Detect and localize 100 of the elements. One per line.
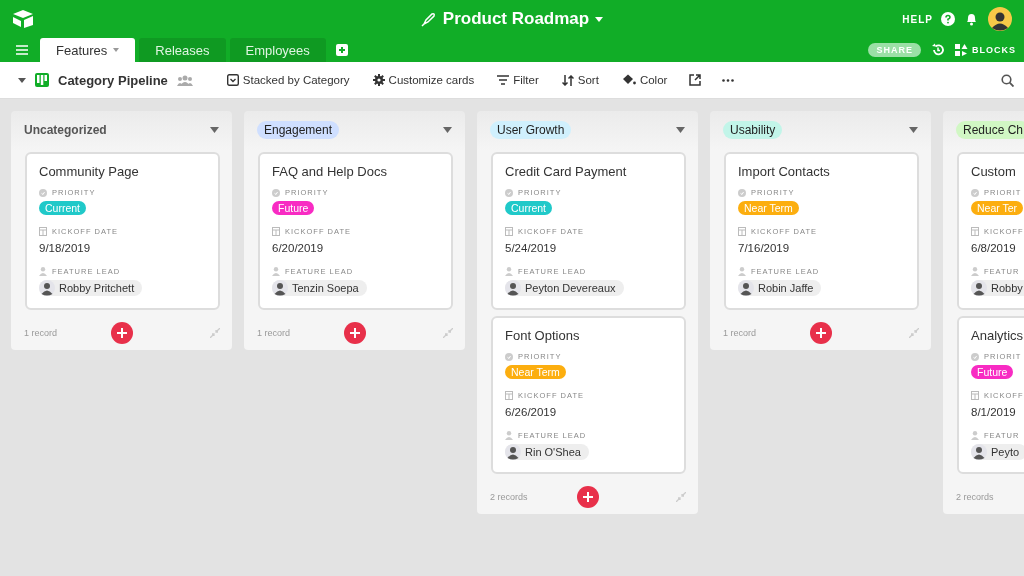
people-icon[interactable] [176,74,193,86]
person-icon [738,267,746,276]
avatar-icon [505,444,521,460]
date-value: 6/26/2019 [505,406,557,418]
add-record-button[interactable] [343,322,366,344]
record-count: 1 record [723,328,757,338]
toolbar-button[interactable]: Sort [554,74,606,86]
card-title: Custom [971,164,1016,179]
search-icon[interactable] [1001,73,1014,87]
toolbar-button[interactable]: Stacked by Category [219,74,357,86]
plus-icon [815,328,826,338]
card-title: Analytics [971,328,1024,343]
card-title: FAQ and Help Docs [272,164,387,179]
kanban-icon [35,73,49,87]
caret-icon[interactable] [909,127,918,133]
collaborator-chip: Rin O'Shea [505,444,589,460]
priority-tag: Current [505,201,552,215]
card-title: Credit Card Payment [505,164,627,179]
toolbar-button[interactable]: Customize cards [365,74,482,86]
date-value: 6/20/2019 [272,242,324,254]
calendar-icon [272,227,280,236]
date-value: 5/24/2019 [505,242,557,254]
status-icon [971,188,979,197]
help-icon[interactable] [941,12,955,26]
date-value: 8/1/2019 [971,406,1016,418]
avatar-icon [272,280,288,296]
priority-tag: Future [971,365,1014,379]
record-count: 1 record [257,328,291,338]
caret-icon[interactable] [210,127,219,133]
avatar-icon [971,444,987,460]
add-table-icon[interactable] [335,44,348,56]
status-icon [738,188,746,197]
collaborator-chip: Peyton Devereaux [505,280,624,296]
plus-icon [349,328,360,338]
blocks-icon[interactable] [955,43,968,57]
paint-bucket-icon [621,74,636,86]
avatar-icon [505,280,521,296]
card-title: Import Contacts [738,164,830,179]
caret-icon[interactable] [18,77,26,83]
priority-tag: Future [272,201,315,215]
category-tag: Reduce Ch [956,121,1024,139]
person-icon [971,267,979,276]
user-avatar[interactable] [988,7,1012,31]
toolbar-button[interactable]: Filter [490,74,546,86]
column-title: Uncategorized [24,123,107,137]
status-icon [505,188,513,197]
record-count: 2 records [956,492,994,502]
stack-icon [226,74,239,86]
card-title: Font Options [505,328,580,343]
add-record-button[interactable] [110,322,133,344]
date-value: 6/8/2019 [971,242,1016,254]
collaborator-chip: Robby [971,280,1024,296]
caret-icon[interactable] [676,127,685,133]
status-icon [272,188,280,197]
plus-icon [582,492,593,502]
sort-icon [561,74,574,86]
more-icon[interactable] [722,78,735,82]
status-icon [971,352,979,361]
date-value: 7/16/2019 [738,242,790,254]
date-value: 9/18/2019 [39,242,91,254]
share-view-icon[interactable] [689,74,702,86]
table-tab[interactable]: Features [40,38,136,62]
person-icon [505,267,513,276]
priority-tag: Near Ter [971,201,1024,215]
filter-icon [497,75,510,85]
category-tag: Usability [723,121,783,139]
avatar-icon [738,280,754,296]
status-icon [39,188,47,197]
collaborator-chip: Robby Pritchett [39,280,143,296]
gear-icon [372,74,385,86]
plus-icon [116,328,127,338]
calendar-icon [39,227,47,236]
person-icon [39,267,47,276]
history-icon[interactable] [931,43,945,57]
calendar-icon [971,391,979,400]
priority-tag: Current [39,201,86,215]
avatar-icon [971,280,987,296]
record-count: 2 records [490,492,528,502]
bell-icon[interactable] [965,12,978,26]
person-icon [971,431,979,440]
person-icon [505,431,513,440]
record-count: 1 record [24,328,58,338]
calendar-icon [505,391,513,400]
logo-icon[interactable] [12,9,34,29]
collaborator-chip: Tenzin Soepa [272,280,367,296]
menu-icon[interactable] [16,45,28,55]
caret-icon[interactable] [443,127,452,133]
add-record-button[interactable] [576,486,599,508]
priority-tag: Near Term [505,365,566,379]
priority-tag: Near Term [738,201,799,215]
calendar-icon [971,227,979,236]
view-name[interactable]: Category Pipeline [58,72,168,88]
calendar-icon [738,227,746,236]
category-tag: Engagement [257,121,340,139]
category-tag: User Growth [490,121,572,139]
toolbar-button[interactable]: Color [614,74,675,86]
add-record-button[interactable] [809,322,832,344]
card-title: Community Page [39,164,139,179]
collaborator-chip: Robin Jaffe [738,280,822,296]
avatar-icon [39,280,55,296]
